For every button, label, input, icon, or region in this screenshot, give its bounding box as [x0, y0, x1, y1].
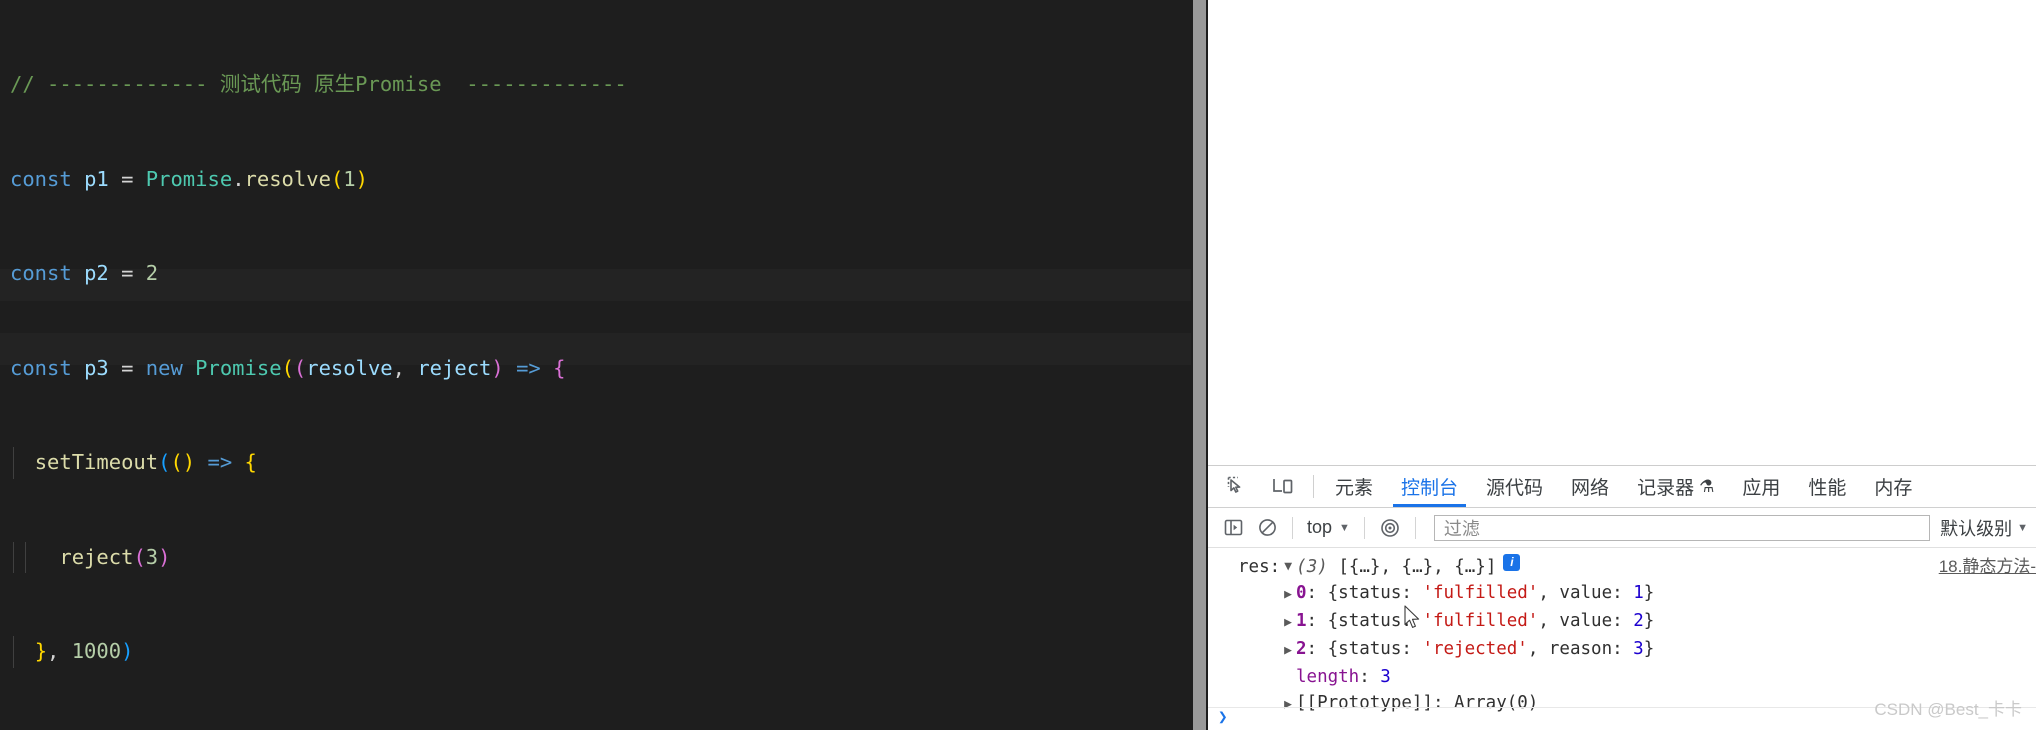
code-line: const p2 = 2	[10, 261, 159, 285]
tab-label: 元素	[1335, 478, 1374, 499]
code-line: const p1 = Promise.resolve(1)	[10, 166, 368, 191]
console-prompt-caret-icon[interactable]: ❯	[1218, 704, 1228, 730]
filter-input[interactable]: 过滤	[1433, 514, 1931, 541]
entry-index: 1	[1296, 611, 1307, 631]
chevron-down-icon: ▼	[2017, 521, 2028, 534]
code-line: reject(3)	[10, 541, 627, 573]
length-key: length	[1296, 667, 1360, 687]
prototype-key: [[Prototype]]	[1296, 693, 1433, 713]
entry-status: 'fulfilled'	[1422, 583, 1539, 603]
info-badge-icon[interactable]: i	[1503, 554, 1521, 571]
tab-elements[interactable]: 元素	[1321, 466, 1387, 507]
tab-recorder[interactable]: 记录器 ⚗	[1623, 466, 1728, 507]
entry-body: ▶ 1: {status: 'fulfilled', value: 2}	[1208, 608, 1654, 636]
code-editor-pane[interactable]: // ------------- 测试代码 原生Promise --------…	[0, 0, 1191, 730]
tab-label: 网络	[1571, 478, 1610, 499]
entry-mid: , value:	[1538, 611, 1634, 631]
console-length-row: length: 3	[1208, 664, 2036, 690]
entry-index: 2	[1296, 639, 1307, 659]
entry-body: ▶ 2: {status: 'rejected', reason: 3}	[1208, 636, 1654, 664]
devtools-tabbar[interactable]: 元素 控制台 源代码 网络 记录器 ⚗ 应用 性能 内存	[1208, 466, 2036, 508]
entry-prefix: {status:	[1327, 583, 1423, 603]
clear-console-icon[interactable]	[1250, 511, 1284, 545]
expand-triangle-icon[interactable]: ▶	[1280, 610, 1296, 636]
entry-status: 'fulfilled'	[1422, 611, 1539, 631]
entry-value: 1	[1633, 583, 1644, 603]
editor-vertical-scrollbar[interactable]	[1191, 0, 1208, 730]
entry-suffix: }	[1643, 639, 1655, 659]
console-toolbar[interactable]: top ▼ 过滤 默认级别 ▼	[1208, 508, 2036, 548]
entry-index: 0	[1296, 583, 1307, 603]
prototype-body: ▶ [[Prototype]]: Array(0)	[1208, 690, 1538, 718]
entry-mid: , reason:	[1527, 639, 1634, 659]
length-value: 3	[1380, 667, 1391, 687]
devtools-panel[interactable]: 元素 控制台 源代码 网络 记录器 ⚗ 应用 性能 内存 top ▼ 过滤 默认…	[1208, 465, 2036, 730]
entry-suffix: }	[1643, 583, 1655, 603]
editor-scrollbar-thumb[interactable]	[1193, 0, 1206, 730]
code-line: // ------------- 测试代码 原生Promise --------…	[10, 72, 627, 96]
inspect-element-icon[interactable]	[1214, 466, 1260, 507]
filter-placeholder: 过滤	[1443, 518, 1480, 539]
tab-memory[interactable]: 内存	[1860, 466, 1926, 507]
console-array-entry[interactable]: ▶ 1: {status: 'fulfilled', value: 2}	[1208, 608, 2036, 636]
tab-label: 源代码	[1486, 478, 1544, 499]
screenshot-root: // ------------- 测试代码 原生Promise --------…	[0, 0, 2036, 730]
console-sidebar-icon[interactable]	[1216, 511, 1250, 545]
chevron-down-icon: ▼	[1339, 521, 1350, 534]
execution-context-select[interactable]: top ▼	[1301, 517, 1356, 538]
console-message[interactable]: res: ▼ (3) [{…}, {…}, {…}] i 18.静态方法-	[1208, 548, 2036, 580]
code-content[interactable]: // ------------- 测试代码 原生Promise --------…	[0, 0, 627, 730]
entry-prefix: {status:	[1327, 639, 1423, 659]
live-expression-icon[interactable]	[1373, 511, 1407, 545]
expand-triangle-icon[interactable]: ▶	[1280, 638, 1296, 664]
toolbar-divider	[1363, 516, 1365, 539]
tab-sources[interactable]: 源代码	[1472, 466, 1557, 507]
tab-label: 应用	[1742, 478, 1781, 499]
expand-triangle-icon[interactable]: ▶	[1280, 692, 1296, 718]
tab-label: 记录器	[1637, 478, 1695, 499]
console-message-label: res:	[1238, 557, 1281, 577]
console-array-entry[interactable]: ▶ 0: {status: 'fulfilled', value: 1}	[1208, 580, 2036, 608]
code-line: setTimeout(() => {	[10, 447, 627, 479]
tab-network[interactable]: 网络	[1557, 466, 1623, 507]
entry-value: 3	[1633, 639, 1644, 659]
toolbar-divider	[1292, 516, 1293, 539]
expand-triangle-icon[interactable]: ▶	[1280, 582, 1296, 608]
tab-label: 性能	[1808, 478, 1847, 499]
entry-status: 'rejected'	[1422, 639, 1528, 659]
tabbar-divider	[1313, 475, 1314, 498]
tab-application[interactable]: 应用	[1728, 466, 1794, 507]
log-level-label: 默认级别	[1940, 518, 2013, 539]
console-array-entry[interactable]: ▶ 2: {status: 'rejected', reason: 3}	[1208, 636, 2036, 664]
device-toolbar-icon[interactable]	[1260, 466, 1306, 507]
array-count: (3)	[1296, 557, 1328, 577]
console-source-link[interactable]: 18.静态方法-	[1939, 554, 2036, 580]
watermark: CSDN @Best_卡卡	[1874, 700, 2022, 719]
length-body: length: 3	[1296, 667, 1391, 687]
prototype-value: Array(0)	[1454, 693, 1539, 713]
array-preview: [{…}, {…}, {…}]	[1338, 557, 1497, 577]
entry-suffix: }	[1643, 611, 1655, 631]
tab-performance[interactable]: 性能	[1794, 466, 1860, 507]
execution-context-label: top	[1307, 517, 1333, 537]
entry-body: ▶ 0: {status: 'fulfilled', value: 1}	[1208, 580, 1654, 608]
code-line: }, 1000)	[10, 636, 627, 668]
entry-mid: , value:	[1538, 583, 1634, 603]
entry-value: 2	[1633, 611, 1644, 631]
log-level-select[interactable]: 默认级别 ▼	[1940, 515, 2036, 541]
tab-label: 控制台	[1401, 478, 1459, 499]
entry-prefix: {status:	[1327, 611, 1423, 631]
code-line: const p3 = new Promise((resolve, reject)…	[10, 355, 566, 380]
tab-label: 内存	[1874, 478, 1913, 499]
flask-icon: ⚗	[1699, 476, 1715, 496]
tab-console[interactable]: 控制台	[1387, 466, 1472, 507]
expand-triangle-icon[interactable]: ▼	[1280, 554, 1296, 580]
toolbar-divider	[1414, 516, 1416, 539]
